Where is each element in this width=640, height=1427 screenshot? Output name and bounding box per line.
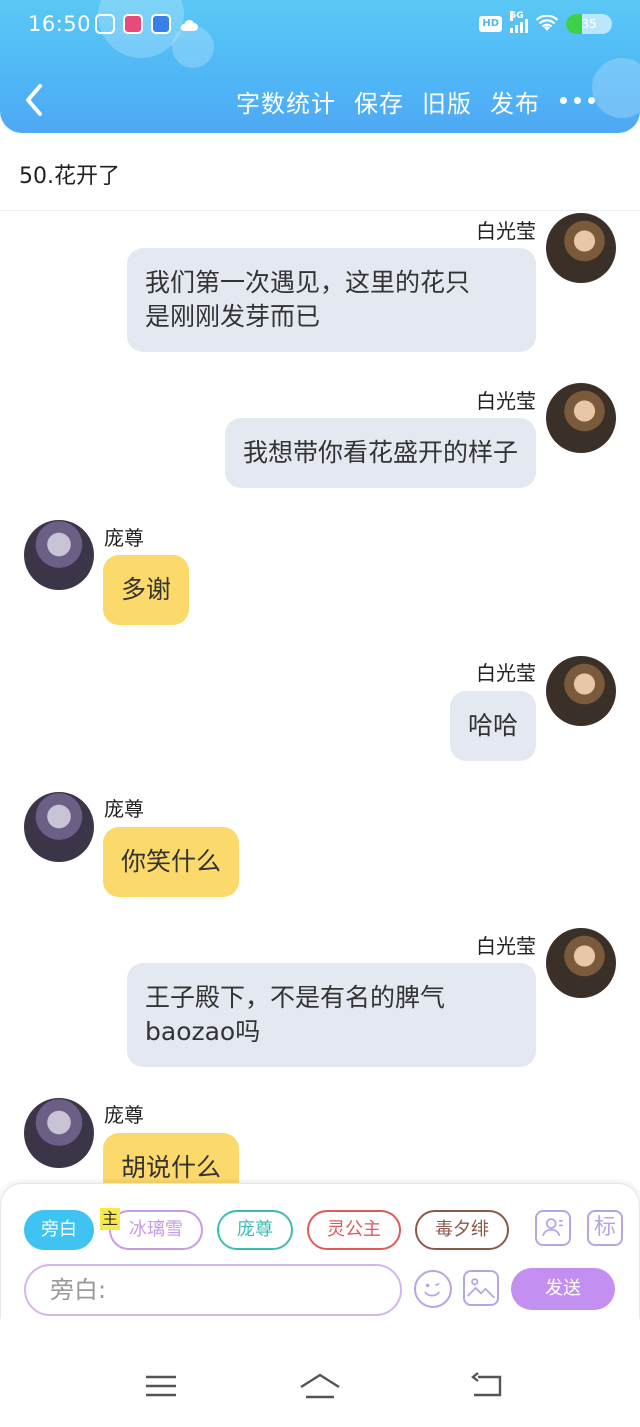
app-header: 16:50 HD 5G 35 字数统计 保存 旧版 发布	[0, 0, 640, 133]
chat-bubble[interactable]: 哈哈	[449, 691, 536, 761]
status-right: HD 5G 35	[479, 11, 612, 34]
sender-name: 庞尊	[104, 526, 144, 550]
message-line: 你笑什么	[121, 847, 222, 876]
sender-name: 庞尊	[104, 797, 144, 821]
role-chip-pangzun[interactable]: 庞尊	[217, 1210, 293, 1250]
word-count-button[interactable]: 字数统计	[236, 84, 336, 119]
chat-bubble[interactable]: 我们第一次遇见，这里的花只 是刚刚发芽而已	[127, 248, 536, 352]
image-icon[interactable]	[463, 1270, 499, 1306]
message-line: 王子殿下，不是有名的脾气	[145, 983, 446, 1012]
main-role-tag: 主	[100, 1208, 121, 1230]
system-nav-bar	[0, 1319, 640, 1427]
message-line: baozao吗	[145, 1017, 261, 1046]
message-line: 我想带你看花盛开的样子	[242, 438, 518, 467]
old-version-button[interactable]: 旧版	[422, 84, 472, 119]
back-icon[interactable]	[18, 80, 54, 120]
wifi-icon	[536, 15, 558, 31]
back-nav-icon[interactable]	[470, 1371, 506, 1401]
role-chip-duxifei[interactable]: 毒夕绯	[415, 1210, 509, 1250]
sender-name: 白光莹	[476, 661, 536, 685]
app-notification-icon	[123, 14, 143, 34]
role-chip-binglixue[interactable]: 冰璃雪	[109, 1210, 203, 1250]
send-button[interactable]: 发送	[511, 1268, 615, 1310]
avatar[interactable]	[24, 520, 94, 590]
tag-button[interactable]: 标	[587, 1210, 623, 1246]
chat-bubble[interactable]: 王子殿下，不是有名的脾气 baozao吗	[127, 963, 536, 1067]
chat-list[interactable]: 白光莹 我们第一次遇见，这里的花只 是刚刚发芽而已 白光莹 我想带你看花盛开的样…	[0, 211, 640, 1183]
message-input[interactable]: 旁白:	[24, 1264, 402, 1316]
sender-name: 白光莹	[476, 219, 536, 243]
chat-bubble[interactable]: 多谢	[103, 555, 190, 625]
avatar[interactable]	[24, 1098, 94, 1168]
chat-bubble[interactable]: 我想带你看花盛开的样子	[224, 418, 536, 488]
avatar[interactable]	[24, 792, 94, 862]
composer-panel: 旁白 冰璃雪 主 庞尊 灵公主 毒夕绯 标 旁白: 发送	[0, 1183, 640, 1319]
message-line: 我们第一次遇见，这里的花只	[145, 268, 471, 297]
message-line: 是刚刚发芽而已	[145, 302, 321, 331]
more-icon[interactable]	[560, 90, 600, 110]
status-time: 16:50	[28, 12, 92, 36]
save-button[interactable]: 保存	[354, 84, 404, 119]
sender-name: 白光莹	[476, 389, 536, 413]
battery-indicator: 35	[566, 14, 612, 34]
message-line: 胡说什么	[121, 1153, 222, 1182]
app-notification-icon	[95, 14, 115, 34]
network-type: 5G	[510, 11, 524, 21]
chat-bubble[interactable]: 你笑什么	[103, 827, 240, 897]
role-chip-linggongzhu[interactable]: 灵公主	[307, 1210, 401, 1250]
avatar[interactable]	[546, 656, 616, 726]
status-app-icons	[95, 14, 199, 34]
publish-button[interactable]: 发布	[490, 84, 540, 119]
battery-fill	[566, 14, 583, 34]
role-chip-narration[interactable]: 旁白	[24, 1210, 94, 1250]
chat-bubble[interactable]: 胡说什么	[103, 1133, 240, 1183]
emoji-icon[interactable]	[414, 1270, 452, 1308]
chapter-title[interactable]: 50.花开了	[19, 158, 120, 190]
sender-name: 庞尊	[104, 1103, 144, 1127]
sender-name: 白光莹	[476, 934, 536, 958]
role-manage-icon[interactable]	[535, 1210, 571, 1246]
home-icon[interactable]	[298, 1371, 342, 1401]
status-bar: 16:50 HD 5G 35	[0, 0, 640, 50]
cloud-icon	[180, 19, 198, 31]
avatar[interactable]	[546, 928, 616, 998]
nav-row: 字数统计 保存 旧版 发布	[0, 72, 640, 128]
header-actions: 字数统计 保存 旧版 发布	[236, 84, 540, 119]
message-line: 多谢	[121, 575, 172, 604]
avatar[interactable]	[546, 383, 616, 453]
battery-level: 35	[581, 17, 597, 31]
signal-icon: 5G	[510, 11, 528, 33]
message-line: 哈哈	[467, 711, 518, 740]
avatar[interactable]	[546, 213, 616, 283]
hotspot-icon	[151, 14, 171, 34]
hd-badge: HD	[479, 16, 502, 32]
menu-icon[interactable]	[143, 1371, 179, 1401]
